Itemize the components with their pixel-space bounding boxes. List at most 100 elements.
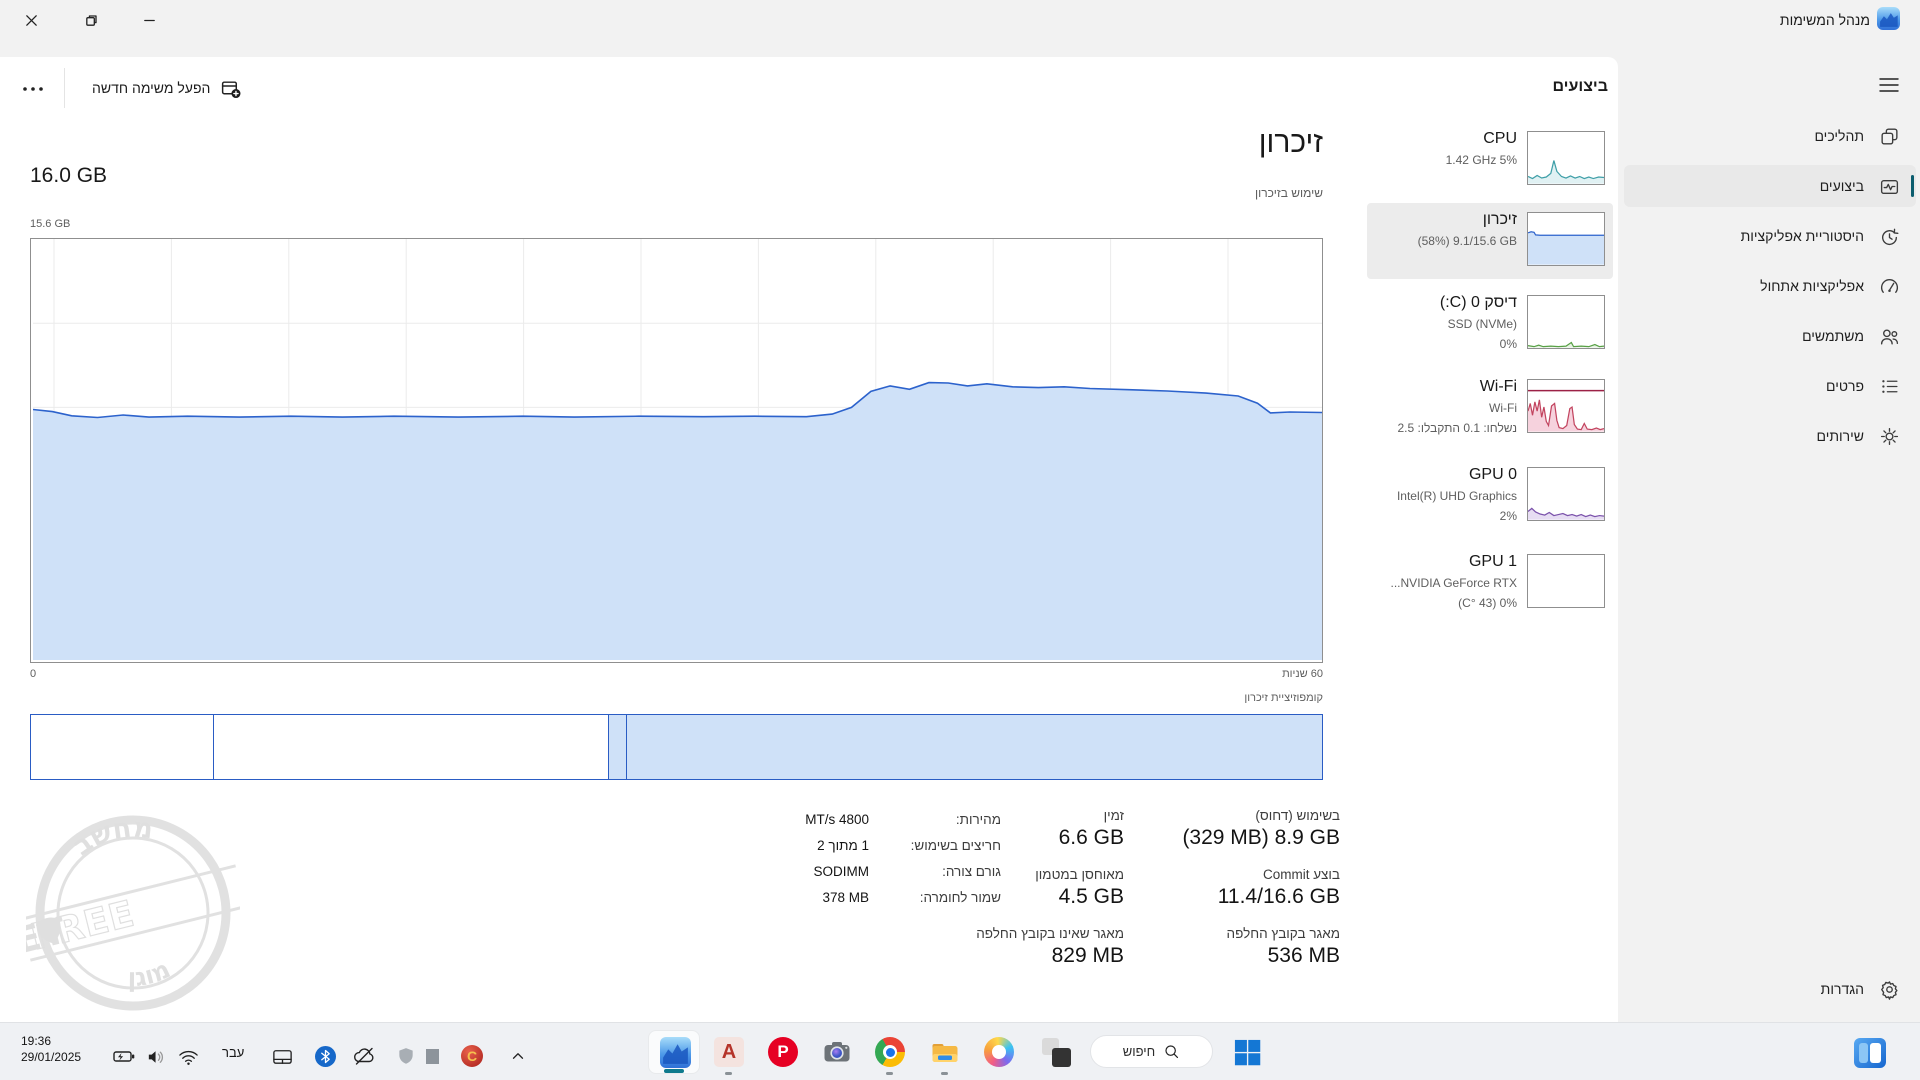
composition-segment-in_use — [626, 715, 1322, 779]
search-placeholder: חיפוש — [1123, 1044, 1155, 1059]
sidebar-item-services[interactable]: שירותים — [1624, 415, 1916, 457]
perf-item-wifi[interactable]: Wi-Fi Wi-Fi נשלחו: 0.1 התקבלו: 2.5 — [1367, 370, 1613, 444]
perf-item-gpu0[interactable]: GPU 0 Intel(R) UHD Graphics 2% — [1367, 458, 1613, 532]
gpu0-thumbnail-chart — [1527, 467, 1605, 521]
memory-composition-label: קומפוזיציית זיכרון — [1244, 692, 1323, 704]
sidebar-item-app-history[interactable]: היסטוריית אפליקציות — [1624, 215, 1916, 257]
taskbar-snip-button[interactable] — [1040, 1036, 1072, 1068]
detail-value: 378 MB — [779, 890, 869, 916]
taskbar-pinterest-button[interactable]: P — [767, 1036, 799, 1068]
wifi-tray-button[interactable] — [176, 1044, 200, 1068]
detail-value: 1 מתוך 2 — [779, 838, 869, 864]
sidebar-item-settings[interactable]: הגדרות — [1624, 968, 1916, 1010]
windows-logo-icon — [1233, 1038, 1262, 1067]
autocad-icon: A — [714, 1037, 744, 1067]
perf-item-sub: Intel(R) UHD Graphics — [1375, 486, 1517, 506]
sidebar-item-label: אפליקציות אתחול — [1760, 278, 1864, 294]
task-manager-window: מנהל המשימות הפעל משימה חדשה ביצועים תהל… — [0, 0, 1920, 1080]
taskbar-clock[interactable]: 19:36 29/01/2025 — [21, 1033, 81, 1065]
sidebar-item-processes[interactable]: תהליכים — [1624, 115, 1916, 157]
taskbar-start-button[interactable] — [1231, 1036, 1263, 1068]
task-manager-icon — [660, 1037, 691, 1068]
composition-segment-standby — [213, 715, 608, 779]
gray-square-icon — [426, 1049, 439, 1064]
composition-segment-modified — [608, 715, 626, 779]
snip-tool-icon — [1041, 1037, 1071, 1067]
detail-label: שמור לחומרה: — [917, 890, 1001, 916]
hamburger-icon — [1879, 77, 1899, 93]
battery-button[interactable] — [112, 1044, 136, 1068]
perf-item-disk0[interactable]: דיסק 0 (C:) SSD (NVMe) 0% — [1367, 286, 1613, 360]
app-history-icon — [1879, 226, 1900, 247]
more-options-button[interactable] — [14, 74, 52, 104]
nav-toggle-button[interactable] — [1874, 70, 1904, 100]
running-indicator-dot — [886, 1072, 893, 1075]
restore-icon — [84, 13, 99, 28]
memory-composition-bar[interactable] — [30, 714, 1323, 780]
volume-button[interactable] — [144, 1044, 168, 1068]
processes-icon — [1879, 126, 1900, 147]
stat-label: מאגר בקובץ החלפה — [1182, 926, 1340, 941]
active-app-indicator — [664, 1069, 684, 1073]
copilot-icon — [984, 1037, 1014, 1067]
memory-hardware-details: מהירות:MT/s 4800 חריצים בשימוש:1 מתוך 2 … — [779, 812, 1001, 916]
page-title: ביצועים — [1552, 78, 1608, 96]
perf-item-sub: (58%) 9.1/15.6 GB — [1375, 231, 1517, 251]
taskbar-file-explorer-button[interactable] — [929, 1036, 961, 1068]
sidebar-item-users[interactable]: משתמשים — [1624, 315, 1916, 357]
stat-label: בוצע Commit — [1182, 867, 1340, 882]
task-manager-app-icon — [1877, 7, 1900, 30]
tray-overflow-button[interactable] — [506, 1044, 530, 1068]
disk-thumbnail-chart — [1527, 295, 1605, 349]
close-icon — [24, 13, 39, 28]
shield-icon — [396, 1046, 416, 1066]
stat-label: בשימוש (דחוס) — [1182, 808, 1340, 823]
taskbar-task-manager-button[interactable] — [659, 1036, 691, 1068]
taskbar-search-box[interactable]: חיפוש — [1090, 1035, 1213, 1068]
taskbar-camera-button[interactable] — [821, 1036, 853, 1068]
sidebar-item-label: תהליכים — [1814, 128, 1864, 144]
perf-item-sub: נשלחו: 0.1 התקבלו: 2.5 — [1375, 418, 1517, 438]
taskbar-chrome-button[interactable] — [874, 1036, 906, 1068]
tray-app-button[interactable] — [420, 1044, 444, 1068]
title-bar: מנהל המשימות — [0, 0, 1920, 57]
ccleaner-button[interactable]: C — [460, 1044, 484, 1068]
perf-item-sub: (C° 43) 0% — [1375, 593, 1517, 613]
onedrive-paused-button[interactable] — [352, 1044, 376, 1068]
language-indicator[interactable]: עבר — [222, 1045, 244, 1060]
minimize-icon — [142, 13, 157, 28]
detail-value: SODIMM — [779, 864, 869, 890]
sidebar-item-startup-apps[interactable]: אפליקציות אתחול — [1624, 265, 1916, 307]
perf-item-cpu[interactable]: CPU 1.42 GHz 5% — [1367, 122, 1613, 191]
bluetooth-button[interactable] — [313, 1044, 337, 1068]
stat-value: 11.4/16.6 GB — [1182, 885, 1340, 909]
taskbar-widgets-button[interactable] — [1854, 1038, 1886, 1068]
perf-item-memory[interactable]: זיכרון (58%) 9.1/15.6 GB — [1367, 203, 1613, 279]
minimize-button[interactable] — [136, 8, 162, 32]
touchpad-button[interactable] — [270, 1044, 294, 1068]
taskbar-copilot-button[interactable] — [983, 1036, 1015, 1068]
stats-column-right: בשימוש (דחוס) (329 MB) 8.9 GB בוצע Commi… — [1182, 808, 1340, 985]
sidebar-item-details[interactable]: פרטים — [1624, 365, 1916, 407]
taskbar-autocad-button[interactable]: A — [713, 1036, 745, 1068]
close-button[interactable] — [18, 8, 44, 32]
perf-item-sub: ...NVIDIA GeForce RTX — [1375, 573, 1517, 593]
perf-item-gpu1[interactable]: GPU 1 ...NVIDIA GeForce RTX (C° 43) 0% — [1367, 545, 1613, 619]
run-new-task-button[interactable]: הפעל משימה חדשה — [82, 70, 251, 106]
details-icon — [1879, 376, 1900, 397]
security-shield-button[interactable] — [394, 1044, 418, 1068]
speaker-icon — [145, 1045, 168, 1068]
stat-value: 536 MB — [1182, 944, 1340, 968]
memory-thumbnail-chart — [1527, 212, 1605, 266]
toolbar-separator — [64, 68, 65, 108]
perf-item-title: Wi-Fi — [1375, 376, 1517, 398]
sidebar-item-performance[interactable]: ביצועים — [1624, 165, 1916, 207]
restore-button[interactable] — [78, 8, 104, 32]
chrome-icon — [875, 1037, 905, 1067]
running-indicator-dot — [941, 1072, 948, 1075]
perf-item-sub: Wi-Fi — [1375, 398, 1517, 418]
sidebar-item-label: פרטים — [1826, 378, 1864, 394]
pinterest-icon: P — [768, 1037, 798, 1067]
run-new-task-label: הפעל משימה חדשה — [92, 80, 210, 96]
composition-segment-free — [31, 715, 213, 779]
